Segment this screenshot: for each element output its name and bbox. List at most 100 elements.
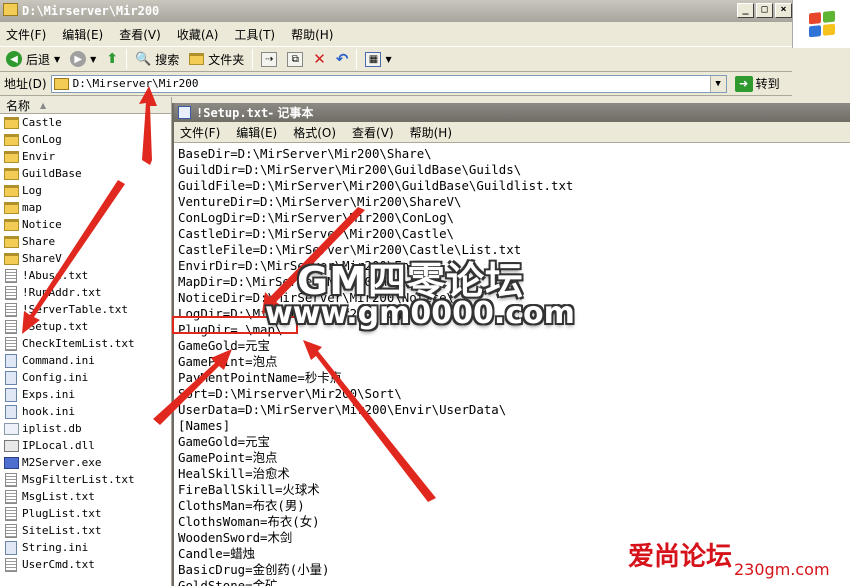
file-list-item[interactable]: !RunAddr.txt	[0, 284, 171, 301]
address-dropdown-icon[interactable]: ▼	[709, 75, 726, 92]
file-list-item[interactable]: String.ini	[0, 539, 171, 556]
column-header-name[interactable]: 名称 ▲	[0, 97, 171, 114]
file-list-item[interactable]: !Abuse.txt	[0, 267, 171, 284]
delete-x-icon: ✕	[313, 50, 326, 68]
text-line: BaseDir=D:\MirServer\Mir200\Share\	[178, 146, 432, 161]
close-button[interactable]: ×	[775, 3, 792, 18]
np-menu-file[interactable]: 文件(F)	[180, 124, 220, 141]
folder-icon	[53, 77, 69, 90]
file-list-item[interactable]: IPLocal.dll	[0, 437, 171, 454]
file-list-item[interactable]: CheckItemList.txt	[0, 335, 171, 352]
menu-tools[interactable]: 工具(T)	[234, 26, 275, 43]
text-line: FireBallSkill=火球术	[178, 482, 320, 497]
notepad-text-area[interactable]: BaseDir=D:\MirServer\Mir200\Share\ GuildD…	[174, 143, 850, 586]
file-list-item[interactable]: Command.ini	[0, 352, 171, 369]
window-controls: _ □ ×	[737, 3, 792, 18]
file-list-item[interactable]: GuildBase	[0, 165, 171, 182]
file-list-item[interactable]: !ServerTable.txt	[0, 301, 171, 318]
forward-dropdown-icon[interactable]: ▼	[90, 55, 96, 64]
file-name: CheckItemList.txt	[22, 337, 135, 350]
np-menu-edit[interactable]: 编辑(E)	[236, 124, 277, 141]
file-name: Share	[22, 235, 56, 248]
file-list-item[interactable]: map	[0, 199, 171, 216]
menu-help[interactable]: 帮助(H)	[291, 26, 333, 43]
forward-button[interactable]: ▶ ▼	[68, 48, 98, 70]
file-list-item[interactable]: UserCmd.txt	[0, 556, 171, 573]
file-list-item[interactable]: hook.ini	[0, 403, 171, 420]
file-list[interactable]: 名称 ▲ Castle ConLog Envir GuildBase Log map Not…	[0, 97, 172, 586]
minimize-button[interactable]: _	[737, 3, 754, 18]
text-line: GuildFile=D:\MirServer\Mir200\GuildBase\…	[178, 178, 574, 193]
text-line: GameGold=元宝	[178, 434, 270, 449]
explorer-toolbar: ◀ 后退 ▼ ▶ ▼ ⬆ 🔍 搜索 文件夹 ⇢ ⧉ ✕ ↶ ▦ ▼	[0, 46, 792, 72]
undo-button[interactable]: ↶	[334, 48, 351, 70]
file-list-item[interactable]: Notice	[0, 216, 171, 233]
file-list-item[interactable]: M2Server.exe	[0, 454, 171, 471]
file-list-item[interactable]: ShareV	[0, 250, 171, 267]
move-to-button[interactable]: ⇢	[259, 48, 279, 70]
back-label: 后退	[26, 52, 51, 67]
notepad-title-bar[interactable]: !Setup.txt - 记事本	[174, 103, 850, 122]
np-menu-format[interactable]: 格式(O)	[293, 124, 336, 141]
file-name: !Abuse.txt	[22, 269, 89, 282]
views-button[interactable]: ▦ ▼	[363, 48, 393, 70]
watermark-corner-title: 爱尚论坛	[628, 542, 733, 572]
explorer-title-bar[interactable]: D:\Mirserver\Mir200 _ □ ×	[0, 0, 850, 22]
notepad-title-file: !Setup.txt	[196, 105, 269, 120]
go-arrow-icon: ➜	[734, 75, 753, 92]
file-list-item[interactable]: Share	[0, 233, 171, 250]
up-button[interactable]: ⬆	[104, 48, 120, 70]
file-list-item[interactable]: Envir	[0, 148, 171, 165]
folder-icon	[4, 133, 19, 146]
np-menu-view[interactable]: 查看(V)	[352, 124, 394, 141]
menu-view[interactable]: 查看(V)	[119, 26, 161, 43]
undo-icon: ↶	[335, 50, 349, 68]
np-menu-help[interactable]: 帮助(H)	[410, 124, 452, 141]
db-file-icon	[4, 422, 19, 435]
txt-file-icon	[5, 523, 17, 538]
back-arrow-icon: ◀	[6, 51, 22, 67]
text-line: GamePoint=泡点	[178, 450, 278, 465]
text-line: WoodenSword=木剑	[178, 530, 293, 545]
copy-to-button[interactable]: ⧉	[285, 48, 305, 70]
maximize-button[interactable]: □	[756, 3, 773, 18]
file-list-item[interactable]: !Setup.txt	[0, 318, 171, 335]
file-list-item[interactable]: ConLog	[0, 131, 171, 148]
file-list-item[interactable]: Log	[0, 182, 171, 199]
delete-button[interactable]: ✕	[311, 48, 328, 70]
views-dropdown-icon[interactable]: ▼	[385, 55, 391, 64]
file-list-item[interactable]: Config.ini	[0, 369, 171, 386]
file-list-item[interactable]: iplist.db	[0, 420, 171, 437]
text-line: GamePoint=泡点	[178, 354, 278, 369]
folder-icon	[4, 184, 19, 197]
menu-file[interactable]: 文件(F)	[6, 26, 46, 43]
file-list-item[interactable]: Castle	[0, 114, 171, 131]
text-line: ConLogDir=D:\MirServer\Mir200\ConLog\	[178, 210, 455, 225]
file-list-item[interactable]: MsgFilterList.txt	[0, 471, 171, 488]
go-button[interactable]: ➜ 转到	[734, 75, 780, 92]
file-name: String.ini	[22, 541, 89, 554]
folders-button[interactable]: 文件夹	[187, 48, 246, 70]
address-value: D:\Mirserver\Mir200	[72, 77, 199, 90]
menu-edit[interactable]: 编辑(E)	[62, 26, 103, 43]
menu-favorites[interactable]: 收藏(A)	[177, 26, 219, 43]
txt-file-icon	[5, 268, 17, 283]
file-list-item[interactable]: PlugList.txt	[0, 505, 171, 522]
address-input[interactable]: D:\Mirserver\Mir200 ▼	[50, 74, 727, 93]
file-name: Config.ini	[22, 371, 89, 384]
file-list-item[interactable]: Exps.ini	[0, 386, 171, 403]
notepad-title-app: - 记事本	[268, 106, 314, 120]
explorer-title: D:\Mirserver\Mir200	[22, 4, 160, 18]
file-name: MsgList.txt	[22, 490, 95, 503]
search-button[interactable]: 🔍 搜索	[133, 48, 181, 70]
back-dropdown-icon[interactable]: ▼	[54, 55, 60, 64]
txt-file-icon	[5, 557, 17, 572]
file-list-item[interactable]: MsgList.txt	[0, 488, 171, 505]
ini-file-icon	[5, 540, 17, 555]
file-name: Log	[22, 184, 42, 197]
back-button[interactable]: ◀ 后退 ▼	[4, 48, 62, 70]
file-list-item[interactable]: SiteList.txt	[0, 522, 171, 539]
folder-icon	[4, 235, 19, 248]
move-to-icon: ⇢	[261, 51, 278, 67]
go-label: 转到	[755, 77, 780, 91]
